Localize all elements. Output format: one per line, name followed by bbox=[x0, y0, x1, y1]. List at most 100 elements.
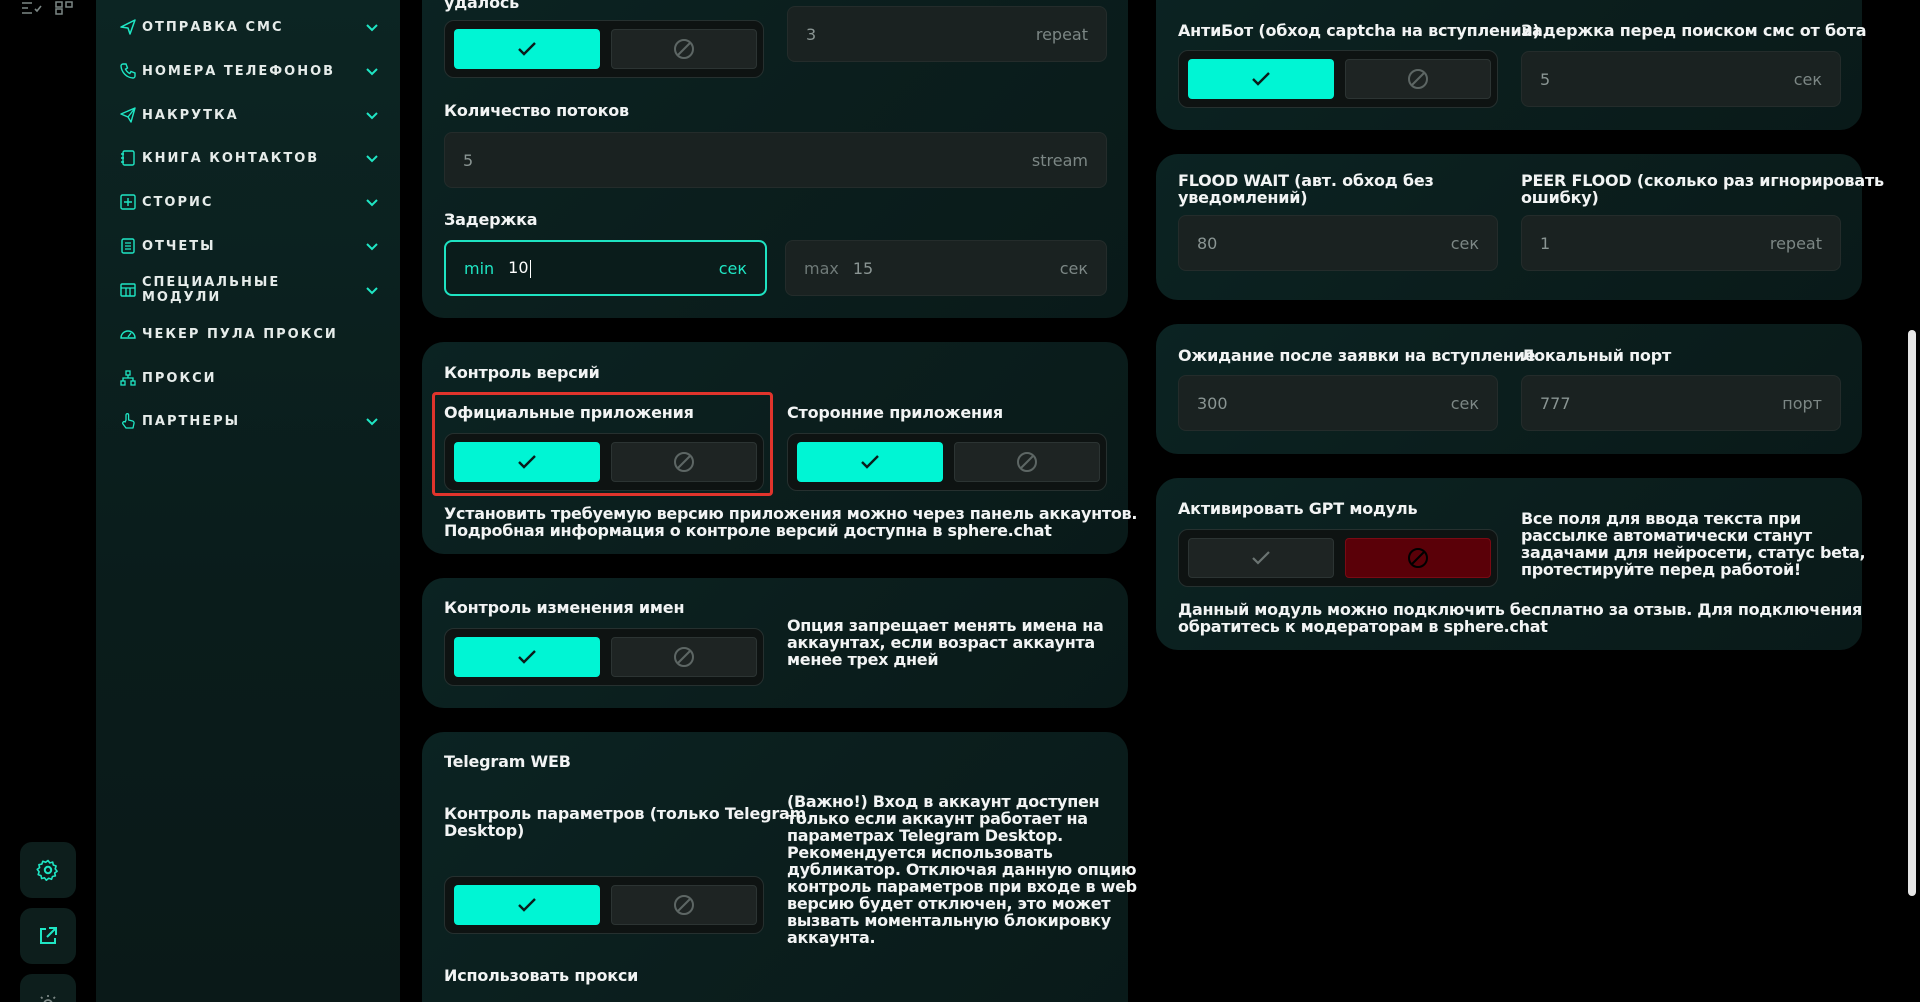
toggle-off-button[interactable] bbox=[954, 442, 1100, 482]
sidebar-item-boost[interactable]: НАКРУТКА bbox=[118, 100, 380, 130]
sidebar-item-label: ПАРТНЕРЫ bbox=[142, 413, 241, 429]
hand-icon bbox=[118, 411, 138, 431]
params-toggle[interactable] bbox=[444, 876, 764, 934]
retry-count-field[interactable]: 3 repeat bbox=[787, 6, 1107, 62]
field-prefix: min bbox=[464, 258, 495, 278]
plus-square-icon bbox=[118, 192, 138, 212]
peer-label-line2: ошибку) bbox=[1521, 188, 1599, 207]
toggle-off-button[interactable] bbox=[611, 442, 757, 482]
peer-label-line1: PEER FLOOD (сколько раз игнорировать bbox=[1521, 171, 1884, 190]
theme-button[interactable] bbox=[20, 974, 76, 1002]
main-content: удалось 3 repeat Количество потоков 5 st… bbox=[400, 0, 1920, 1002]
check-icon bbox=[518, 898, 536, 912]
field-unit: сек bbox=[1450, 233, 1479, 253]
names-note-line1: Опция запрещает менять имена на bbox=[787, 616, 1104, 635]
sidebar-item-reports[interactable]: ОТЧЕТЫ bbox=[118, 231, 380, 261]
left-rail bbox=[0, 0, 96, 1002]
delay-min-field[interactable]: min 10 сек bbox=[444, 240, 767, 296]
peer-flood-field[interactable]: 1 repeat bbox=[1521, 215, 1841, 271]
toggle-on-button[interactable] bbox=[1188, 538, 1334, 578]
sidebar-item-contacts[interactable]: КНИГА КОНТАКТОВ bbox=[118, 143, 380, 173]
local-port-field[interactable]: 777 порт bbox=[1521, 375, 1841, 431]
gpt-side-note-line: протестируйте перед работой! bbox=[1521, 560, 1801, 579]
toggle-on-button[interactable] bbox=[797, 442, 943, 482]
chevron-down-icon bbox=[366, 24, 378, 32]
tasks-icon[interactable] bbox=[20, 0, 42, 14]
field-unit: сек bbox=[1793, 69, 1822, 89]
field-unit: сек bbox=[1450, 393, 1479, 413]
gpt-label: Активировать GPT модуль bbox=[1178, 499, 1418, 518]
toggle-off-button[interactable] bbox=[611, 885, 757, 925]
params-label-line1: Контроль параметров (только Telegram bbox=[444, 804, 807, 823]
toggle-on-button[interactable] bbox=[454, 637, 600, 677]
versions-title: Контроль версий bbox=[444, 363, 600, 382]
disabled-icon bbox=[1017, 452, 1037, 472]
toggle-on-button[interactable] bbox=[454, 885, 600, 925]
disabled-icon bbox=[674, 452, 694, 472]
antibot-toggle[interactable] bbox=[1178, 50, 1498, 108]
toggle-on-button[interactable] bbox=[454, 442, 600, 482]
phone-icon bbox=[118, 61, 138, 81]
gpt-toggle[interactable] bbox=[1178, 529, 1498, 587]
toggle-on-button[interactable] bbox=[1188, 59, 1334, 99]
names-note-line3: менее трех дней bbox=[787, 650, 939, 669]
sidebar-item-sms[interactable]: ОТПРАВКА СМС bbox=[118, 12, 380, 42]
web-note-line: Рекомендуется использовать bbox=[787, 843, 1053, 862]
text-caret bbox=[529, 259, 531, 278]
official-apps-toggle[interactable] bbox=[444, 433, 764, 491]
sidebar-item-partners[interactable]: ПАРТНЕРЫ bbox=[118, 406, 380, 436]
sidebar-item-modules[interactable]: СПЕЦИАЛЬНЫЕ МОДУЛИ bbox=[118, 275, 380, 305]
names-toggle[interactable] bbox=[444, 628, 764, 686]
book-icon bbox=[118, 148, 138, 168]
sidebar-item-label: НАКРУТКА bbox=[142, 107, 239, 123]
field-value: 15 bbox=[852, 258, 874, 278]
sidebar-item-label: СПЕЦИАЛЬНЫЕ МОДУЛИ bbox=[142, 275, 281, 305]
scrollbar[interactable] bbox=[1908, 330, 1916, 896]
sidebar-item-proxy-checker[interactable]: ЧЕКЕР ПУЛА ПРОКСИ bbox=[118, 319, 380, 349]
modules-icon bbox=[118, 280, 138, 300]
web-note-line: версию будет отключен, это может bbox=[787, 894, 1111, 913]
toggle-off-button[interactable] bbox=[611, 637, 757, 677]
gpt-note-line1: Данный модуль можно подключить бесплатно… bbox=[1178, 600, 1863, 619]
send-icon bbox=[118, 17, 138, 37]
sms-delay-field[interactable]: 5 сек bbox=[1521, 51, 1841, 107]
external-link-icon bbox=[40, 927, 57, 944]
sidebar-item-phones[interactable]: НОМЕРА ТЕЛЕФОНОВ bbox=[118, 56, 380, 86]
external-link-button[interactable] bbox=[20, 908, 76, 964]
toggle-off-button[interactable] bbox=[1345, 538, 1491, 578]
report-icon bbox=[118, 236, 138, 256]
field-unit: порт bbox=[1782, 393, 1822, 413]
join-wait-field[interactable]: 300 сек bbox=[1178, 375, 1498, 431]
gpt-side-note-line: задачами для нейросети, статус beta, bbox=[1521, 543, 1866, 562]
port-label: Локальный порт bbox=[1521, 346, 1672, 365]
retry-toggle[interactable] bbox=[444, 20, 764, 78]
web-title: Telegram WEB bbox=[444, 752, 571, 771]
field-unit: stream bbox=[1031, 150, 1088, 170]
official-apps-label: Официальные приложения bbox=[444, 403, 694, 422]
sidebar: ОТПРАВКА СМС НОМЕРА ТЕЛЕФОНОВ НАКРУТКА К… bbox=[96, 0, 400, 1002]
sidebar-item-label: ПРОКСИ bbox=[142, 370, 217, 386]
flood-label-line2: уведомлений) bbox=[1178, 188, 1308, 207]
delay-max-field[interactable]: max 15 сек bbox=[785, 240, 1107, 296]
settings-button[interactable] bbox=[20, 842, 76, 898]
chevron-down-icon bbox=[366, 418, 378, 426]
sidebar-item-label: ЧЕКЕР ПУЛА ПРОКСИ bbox=[142, 326, 338, 342]
field-unit: сек bbox=[1059, 258, 1088, 278]
rail-top-icons bbox=[20, 0, 76, 15]
disabled-icon bbox=[674, 39, 694, 59]
field-unit: сек bbox=[718, 258, 747, 278]
sidebar-item-stories[interactable]: СТОРИС bbox=[118, 187, 380, 217]
toggle-on-button[interactable] bbox=[454, 29, 600, 69]
web-note-line: аккаунта. bbox=[787, 928, 876, 947]
toggle-off-button[interactable] bbox=[1345, 59, 1491, 99]
third-party-apps-toggle[interactable] bbox=[787, 433, 1107, 491]
sidebar-item-proxy[interactable]: ПРОКСИ bbox=[118, 363, 380, 393]
grid-icon[interactable] bbox=[54, 0, 76, 15]
proxy-label: Использовать прокси bbox=[444, 966, 639, 985]
chevron-down-icon bbox=[366, 112, 378, 120]
flood-wait-field[interactable]: 80 сек bbox=[1178, 215, 1498, 271]
gpt-side-note-line: Все поля для ввода текста при bbox=[1521, 509, 1801, 528]
threads-field[interactable]: 5 stream bbox=[444, 132, 1107, 188]
toggle-off-button[interactable] bbox=[611, 29, 757, 69]
sidebar-item-label: ОТЧЕТЫ bbox=[142, 238, 216, 254]
